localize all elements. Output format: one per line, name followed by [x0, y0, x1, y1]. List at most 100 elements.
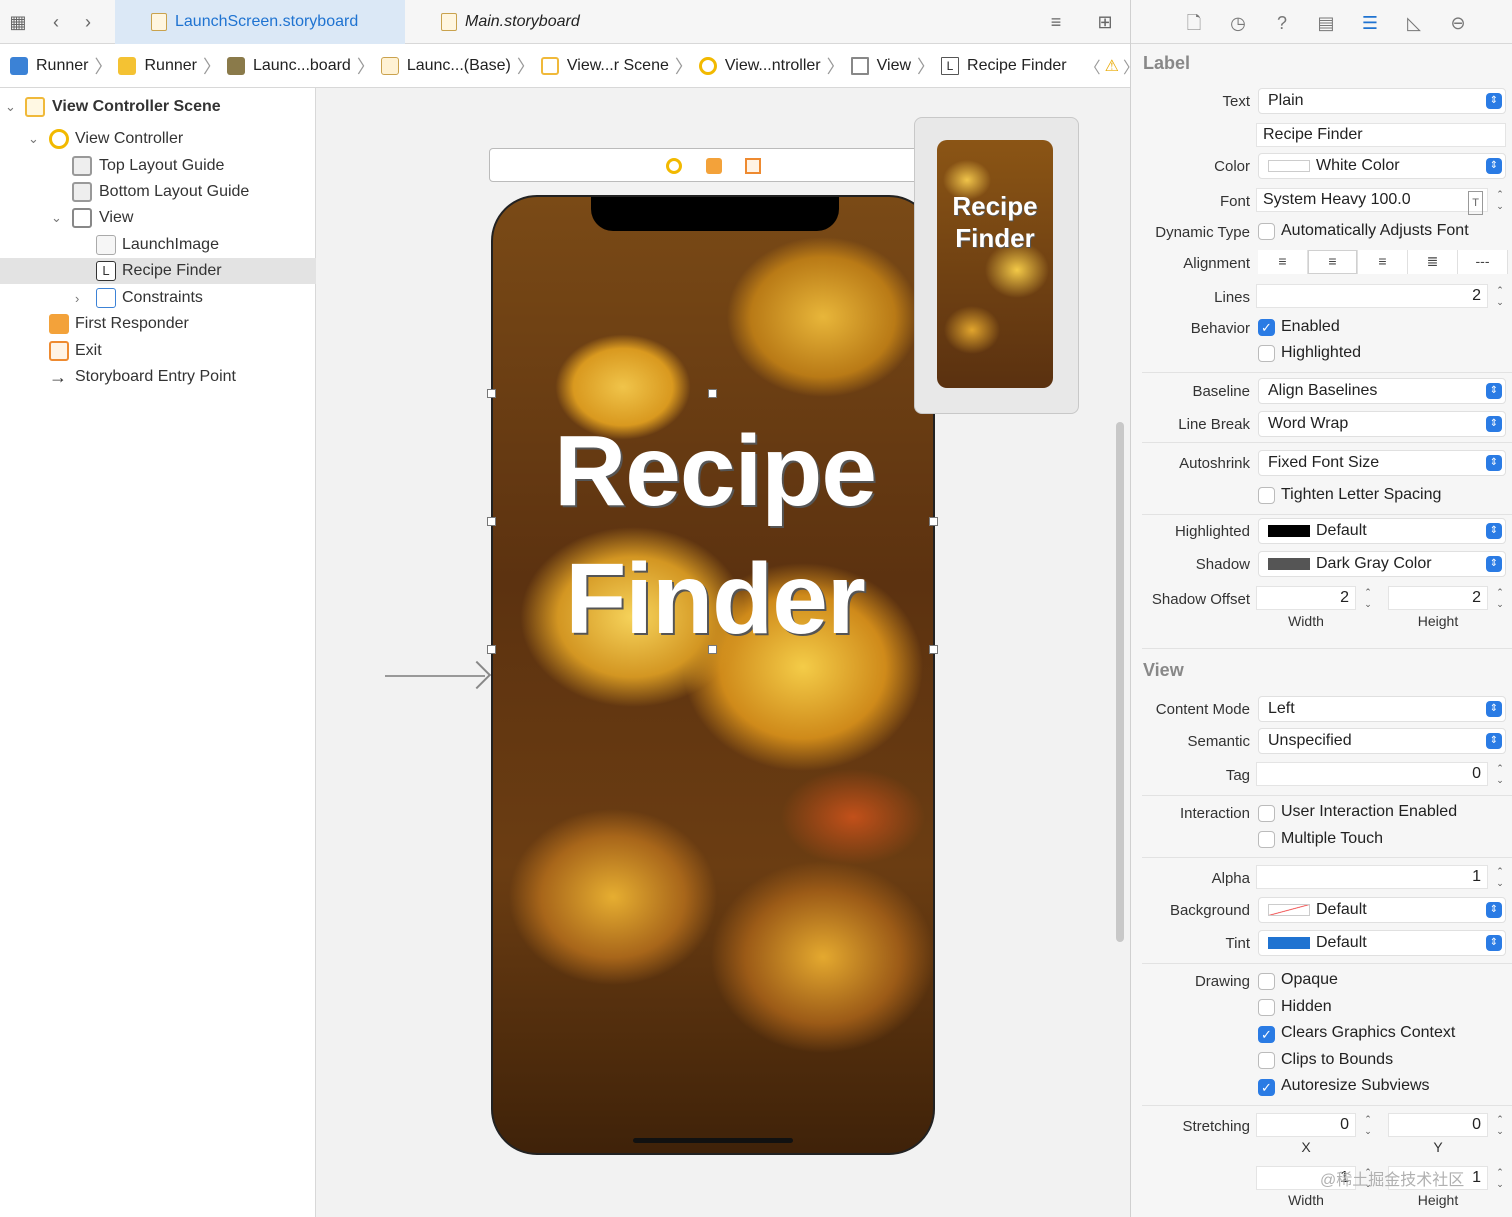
recipe-finder-label[interactable]: Recipe Finder — [493, 407, 933, 663]
align-natural-icon[interactable]: --- — [1458, 250, 1508, 274]
autoresize-checkbox[interactable]: ✓ — [1258, 1079, 1275, 1096]
breadcrumb-item[interactable]: View 〉 — [850, 53, 935, 79]
breadcrumb-item[interactable]: Launc...board 〉 — [226, 53, 375, 79]
align-justified-icon[interactable]: ≣ — [1408, 250, 1458, 274]
resize-handle[interactable] — [708, 389, 717, 398]
device-frame[interactable]: Recipe Finder — [491, 195, 935, 1155]
back-icon[interactable]: ‹ — [46, 12, 66, 32]
breadcrumb-item[interactable]: Runner 〉 — [10, 53, 112, 79]
stretch-x-field[interactable]: 0 — [1256, 1113, 1356, 1137]
resize-handle[interactable] — [487, 645, 496, 654]
background-popup[interactable]: Default ⇕ — [1258, 897, 1506, 923]
user-interaction-checkbox[interactable] — [1258, 805, 1275, 822]
outline-row-view-controller[interactable]: ⌄ View Controller — [0, 126, 316, 152]
highlighted-color-popup[interactable]: Default ⇕ — [1258, 518, 1506, 544]
sub-label: Height — [1417, 1192, 1459, 1208]
file-icon[interactable]: 🗋 — [1183, 12, 1205, 34]
shadow-width-field[interactable]: 2 — [1256, 586, 1356, 610]
align-right-icon[interactable]: ≡ — [1358, 250, 1408, 274]
add-editor-icon[interactable]: ⊞ — [1095, 12, 1115, 32]
alpha-stepper[interactable]: ⌃ ⌄ — [1494, 865, 1506, 889]
outline-row-bottom-layout-guide[interactable]: Bottom Layout Guide — [0, 179, 316, 205]
clips-bounds-checkbox[interactable] — [1258, 1052, 1275, 1069]
resize-handle[interactable] — [487, 389, 496, 398]
outline-row-first-responder[interactable]: First Responder — [0, 311, 316, 337]
tint-popup[interactable]: Default ⇕ — [1258, 930, 1506, 956]
opaque-checkbox[interactable] — [1258, 973, 1275, 990]
line-break-popup[interactable]: Word Wrap ⇕ — [1258, 411, 1506, 437]
outline-row-launch-image[interactable]: LaunchImage — [0, 232, 316, 258]
previous-issue-icon[interactable]: 〈 — [1085, 54, 1101, 78]
font-field[interactable]: System Heavy 100.0 T — [1256, 188, 1488, 215]
outline-row-entry-point[interactable]: → Storyboard Entry Point — [0, 364, 316, 390]
resize-handle[interactable] — [929, 517, 938, 526]
disclosure-open-icon[interactable]: ⌄ — [28, 131, 39, 147]
stretch-y-stepper[interactable]: ⌃ ⌄ — [1494, 1113, 1506, 1137]
baseline-popup[interactable]: Align Baselines ⇕ — [1258, 378, 1506, 404]
tag-field[interactable]: 0 — [1256, 762, 1488, 786]
warning-icon[interactable]: ⚠ — [1105, 56, 1119, 76]
resize-handle[interactable] — [929, 645, 938, 654]
outline-row-exit[interactable]: Exit — [0, 338, 316, 364]
grid-icon[interactable]: ▦ — [8, 12, 28, 32]
tab-main[interactable]: Main.storyboard — [405, 0, 620, 44]
ruler-icon[interactable]: ◺ — [1403, 12, 1425, 34]
enabled-checkbox[interactable]: ✓ — [1258, 319, 1275, 336]
stretch-y-field[interactable]: 0 — [1388, 1113, 1488, 1137]
tab-launchscreen[interactable]: LaunchScreen.storyboard — [115, 0, 405, 44]
stretch-x-stepper[interactable]: ⌃ ⌄ — [1362, 1113, 1374, 1137]
autoshrink-popup[interactable]: Fixed Font Size ⇕ — [1258, 450, 1506, 476]
breadcrumb-item[interactable]: Runner 〉 — [118, 53, 221, 79]
align-center-icon[interactable]: ≡ — [1308, 250, 1358, 274]
clears-context-checkbox[interactable]: ✓ — [1258, 1026, 1275, 1043]
lines-field[interactable]: 2 — [1256, 284, 1488, 308]
tag-stepper[interactable]: ⌃ ⌄ — [1494, 762, 1506, 786]
stretch-height-stepper[interactable]: ⌃ ⌄ — [1494, 1166, 1506, 1190]
exit-icon[interactable] — [745, 158, 761, 174]
breadcrumb-item[interactable]: Launc...(Base) 〉 — [380, 53, 535, 79]
shadow-width-stepper[interactable]: ⌃ ⌄ — [1362, 586, 1374, 610]
outline-row-view[interactable]: ⌄ View — [0, 205, 316, 231]
text-type-popup[interactable]: Plain ⇕ — [1258, 88, 1506, 114]
text-content-field[interactable]: Recipe Finder — [1256, 123, 1506, 147]
lines-icon[interactable]: ≡ — [1042, 12, 1070, 32]
identity-icon[interactable]: ▤ — [1315, 12, 1337, 34]
canvas-scrollbar[interactable] — [1116, 422, 1124, 942]
view-controller-icon[interactable] — [666, 158, 682, 174]
alpha-field[interactable]: 1 — [1256, 865, 1488, 889]
shadow-popup[interactable]: Dark Gray Color ⇕ — [1258, 551, 1506, 577]
first-responder-icon[interactable] — [706, 158, 722, 174]
color-popup[interactable]: White Color ⇕ — [1258, 153, 1506, 179]
resize-handle[interactable] — [487, 517, 496, 526]
help-icon[interactable]: ? — [1271, 12, 1293, 34]
outline-row-recipe-finder[interactable]: L Recipe Finder — [0, 258, 316, 284]
content-mode-popup[interactable]: Left ⇕ — [1258, 696, 1506, 722]
history-icon[interactable]: ◷ — [1227, 12, 1249, 34]
dynamic-type-checkbox[interactable] — [1258, 223, 1275, 240]
multiple-touch-checkbox[interactable] — [1258, 831, 1275, 848]
shadow-height-field[interactable]: 2 — [1388, 586, 1488, 610]
align-left-icon[interactable]: ≡ — [1258, 250, 1308, 274]
disclosure-open-icon[interactable]: ⌄ — [51, 210, 62, 226]
font-picker-icon[interactable]: T — [1468, 191, 1483, 215]
highlighted-checkbox[interactable] — [1258, 345, 1275, 362]
attributes-icon[interactable]: ☰ — [1359, 12, 1381, 34]
outline-row-top-layout-guide[interactable]: Top Layout Guide — [0, 153, 316, 179]
font-stepper[interactable]: ⌃ ⌄ — [1494, 188, 1506, 212]
resize-handle[interactable] — [708, 645, 717, 654]
outline-row-constraints[interactable]: › Constraints — [0, 285, 316, 311]
shadow-height-stepper[interactable]: ⌃ ⌄ — [1494, 586, 1506, 610]
hidden-checkbox[interactable] — [1258, 999, 1275, 1016]
disclosure-open-icon[interactable]: ⌄ — [5, 99, 16, 115]
tighten-checkbox[interactable] — [1258, 487, 1275, 504]
connections-icon[interactable]: ⊖ — [1447, 12, 1469, 34]
entry-point-arrow[interactable] — [385, 675, 485, 677]
breadcrumb-item[interactable]: L Recipe Finder — [941, 56, 1067, 75]
lines-stepper[interactable]: ⌃ ⌄ — [1494, 284, 1506, 308]
forward-icon[interactable]: › — [78, 12, 98, 32]
disclosure-closed-icon[interactable]: › — [75, 291, 79, 306]
breadcrumb-item[interactable]: View...ntroller 〉 — [698, 53, 845, 79]
semantic-popup[interactable]: Unspecified ⇕ — [1258, 728, 1506, 754]
outline-row-scene[interactable]: ⌄ View Controller Scene — [0, 94, 316, 120]
breadcrumb-item[interactable]: View...r Scene 〉 — [540, 53, 693, 79]
